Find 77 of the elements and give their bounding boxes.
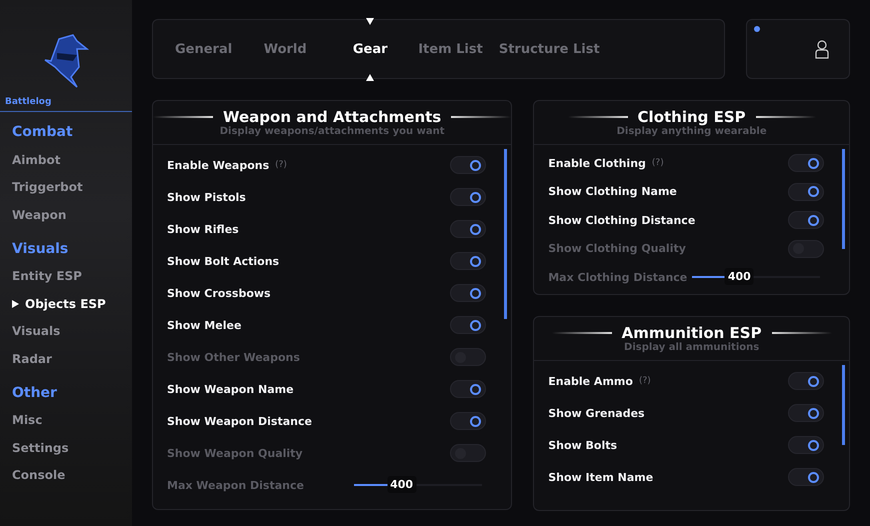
setting-label: Show Bolt Actions (167, 254, 280, 268)
sidebar-item[interactable]: Misc (0, 406, 132, 434)
help-hint: (?) (652, 158, 664, 168)
setting-label: Show Clothing Quality (548, 242, 686, 256)
sidebar-item[interactable]: Triggerbot (0, 174, 132, 201)
sidebar-item[interactable]: Visuals (0, 318, 132, 345)
toggle-switch[interactable] (450, 348, 486, 366)
toggle-switch[interactable] (788, 436, 824, 454)
toggle-switch[interactable] (450, 316, 486, 334)
triangle-icon (366, 74, 374, 80)
setting-label: Show Weapon Distance (167, 414, 312, 428)
setting-label: Show Clothing Distance (548, 214, 696, 227)
toggle-switch[interactable] (450, 156, 486, 174)
setting-label: Show Rifles (167, 222, 239, 236)
sidebar-item[interactable]: Entity ESP (0, 262, 132, 290)
toggle-switch[interactable] (450, 220, 486, 238)
setting-label: Max Clothing Distance (548, 270, 688, 284)
setting-label: Show Melee (167, 318, 242, 332)
slider[interactable]: 400 (354, 475, 482, 495)
slider[interactable]: 400 (692, 267, 820, 288)
toggle-switch[interactable] (788, 240, 824, 258)
slider-value: 400 (724, 268, 754, 286)
section-heading: Combat (11, 124, 74, 140)
sidebar-item[interactable]: Objects ESP (0, 290, 132, 318)
brand-label: Battlelog (0, 95, 132, 112)
sidebar-item[interactable]: Weapon (0, 201, 132, 228)
scrollbar[interactable] (842, 149, 845, 249)
help-hint: (?) (275, 160, 287, 170)
panel-subtitle: Display all ammunitions (624, 342, 760, 353)
triangle-icon (12, 300, 19, 308)
setting-label: Enable Clothing (548, 156, 646, 170)
setting-label: Show Other Weapons (167, 350, 300, 364)
sidebar-item[interactable]: Settings (0, 434, 132, 462)
user-icon (815, 40, 829, 58)
setting-label: Enable Ammo (548, 374, 633, 388)
panel-title: Ammunition ESP (622, 324, 762, 342)
toggle-switch[interactable] (788, 211, 824, 230)
tab[interactable]: Structure List (490, 42, 608, 56)
toggle-switch[interactable] (788, 182, 824, 201)
toggle-switch[interactable] (788, 154, 824, 172)
setting-label: Show Clothing Name (548, 185, 677, 198)
toggle-switch[interactable] (450, 252, 486, 270)
setting-label: Show Item Name (548, 470, 654, 484)
setting-label: Show Weapon Name (167, 382, 294, 396)
toggle-switch[interactable] (450, 412, 486, 430)
setting-label: Max Weapon Distance (167, 478, 304, 492)
panel-title: Clothing ESP (638, 108, 746, 126)
setting-label: Enable Weapons (167, 158, 270, 172)
setting-label: Show Crossbows (167, 286, 271, 300)
tab[interactable]: General (167, 42, 240, 56)
section-heading: Visuals (11, 240, 70, 256)
panel-subtitle: Display anything wearable (616, 126, 767, 137)
scrollbar[interactable] (504, 149, 508, 319)
triangle-icon (366, 18, 374, 24)
setting-label: Show Pistols (167, 190, 246, 204)
toggle-switch[interactable] (450, 188, 486, 206)
tab[interactable]: World (240, 42, 330, 56)
help-hint: (?) (638, 376, 651, 386)
scrollbar[interactable] (842, 365, 845, 445)
tab[interactable]: Gear (330, 42, 410, 56)
toggle-switch[interactable] (450, 284, 486, 302)
slider-value: 400 (387, 476, 416, 493)
toggle-switch[interactable] (788, 372, 824, 390)
toggle-switch[interactable] (450, 444, 486, 462)
panel-title: Weapon and Attachments (223, 108, 442, 126)
tab[interactable]: Item List (410, 42, 491, 56)
toggle-switch[interactable] (788, 468, 824, 486)
sidebar-item[interactable]: Console (0, 462, 132, 489)
toggle-switch[interactable] (788, 404, 824, 422)
sidebar-item[interactable]: Radar (0, 345, 132, 372)
toggle-switch[interactable] (450, 380, 486, 398)
sidebar-item[interactable]: Aimbot (0, 146, 132, 174)
setting-label: Show Weapon Quality (167, 446, 303, 460)
setting-label: Show Bolts (548, 438, 618, 452)
panel-subtitle: Display weapons/attachments you want (220, 126, 444, 137)
setting-label: Show Grenades (548, 406, 645, 420)
section-heading: Other (11, 384, 58, 400)
